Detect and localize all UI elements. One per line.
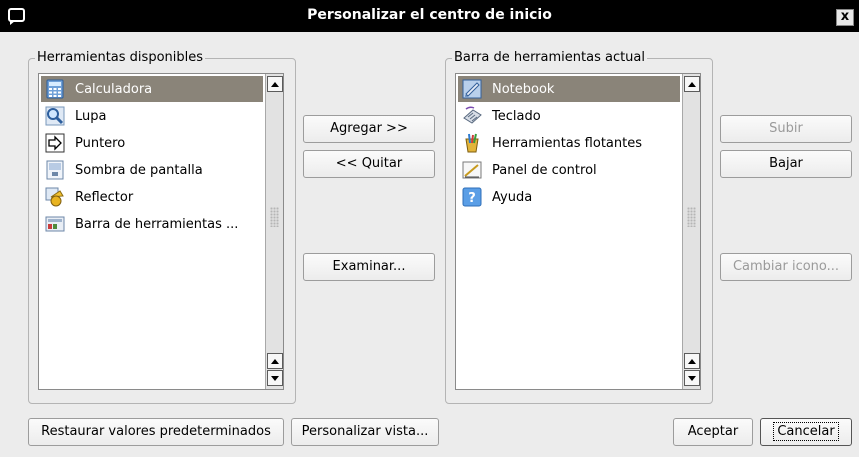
accept-button[interactable]: Aceptar xyxy=(673,418,753,446)
title-bar: Personalizar el centro de inicio x xyxy=(0,0,859,32)
list-item[interactable]: Panel de control xyxy=(458,157,680,183)
list-item[interactable]: Teclado xyxy=(458,103,680,129)
restore-defaults-button[interactable]: Restaurar valores predeterminados xyxy=(28,418,284,446)
available-list-scrollbar[interactable] xyxy=(265,74,283,389)
change-icon-button[interactable]: Cambiar icono... xyxy=(720,253,852,281)
list-item-label: Reflector xyxy=(75,189,134,205)
list-item-label: Notebook xyxy=(492,81,555,97)
list-item-label: Calculadora xyxy=(75,81,153,97)
list-item[interactable]: Lupa xyxy=(41,103,263,129)
list-item-label: Puntero xyxy=(75,135,126,151)
keyboard-icon xyxy=(461,105,483,127)
list-item[interactable]: Barra de herramientas ... xyxy=(41,211,263,237)
scroll-up-button[interactable] xyxy=(684,76,700,92)
scrollbar-grip[interactable] xyxy=(270,207,279,227)
pointer-icon xyxy=(44,132,66,154)
available-tools-legend: Herramientas disponibles xyxy=(35,50,206,66)
arrow-down-icon xyxy=(688,376,696,381)
customize-view-button[interactable]: Personalizar vista... xyxy=(291,418,439,446)
remove-button[interactable]: << Quitar xyxy=(303,150,435,178)
list-item[interactable]: Calculadora xyxy=(41,76,263,102)
scroll-down-button[interactable] xyxy=(684,370,700,386)
arrow-down-icon xyxy=(271,376,279,381)
scroll-down-button[interactable] xyxy=(267,370,283,386)
list-item[interactable]: Reflector xyxy=(41,184,263,210)
control-panel-icon xyxy=(461,159,483,181)
list-item-label: Herramientas flotantes xyxy=(492,135,642,151)
list-item-label: Teclado xyxy=(492,108,541,124)
window-title: Personalizar el centro de inicio xyxy=(307,7,552,23)
list-item-label: Lupa xyxy=(75,108,107,124)
cancel-button-label: Cancelar xyxy=(773,422,839,441)
add-button[interactable]: Agregar >> xyxy=(303,115,435,143)
list-item[interactable]: Notebook xyxy=(458,76,680,102)
move-up-button[interactable]: Subir xyxy=(720,115,852,143)
arrow-up-icon xyxy=(271,359,279,364)
current-toolbar-legend: Barra de herramientas actual xyxy=(452,50,648,66)
scrollbar-grip[interactable] xyxy=(687,207,696,227)
screen-shade-icon xyxy=(44,159,66,181)
list-item-label: Barra de herramientas ... xyxy=(75,216,239,232)
calculator-icon xyxy=(44,78,66,100)
scroll-up-button[interactable] xyxy=(267,353,283,369)
list-item[interactable]: ? Ayuda xyxy=(458,184,680,210)
list-item[interactable]: Sombra de pantalla xyxy=(41,157,263,183)
list-item-label: Panel de control xyxy=(492,162,597,178)
notebook-icon xyxy=(461,78,483,100)
arrow-up-icon xyxy=(688,82,696,87)
list-item[interactable]: Herramientas flotantes xyxy=(458,130,680,156)
browse-button[interactable]: Examinar... xyxy=(303,253,435,281)
spotlight-icon xyxy=(44,186,66,208)
list-item[interactable]: Puntero xyxy=(41,130,263,156)
arrow-up-icon xyxy=(271,82,279,87)
floating-tools-icon xyxy=(461,132,483,154)
cancel-button[interactable]: Cancelar xyxy=(760,418,852,446)
scroll-up-button[interactable] xyxy=(267,76,283,92)
help-icon: ? xyxy=(461,186,483,208)
list-item-label: Sombra de pantalla xyxy=(75,162,203,178)
svg-text:?: ? xyxy=(468,191,476,206)
magnifier-icon xyxy=(44,105,66,127)
current-toolbar-list[interactable]: Notebook Teclado Herramientas flotantes … xyxy=(455,73,701,390)
current-list-scrollbar[interactable] xyxy=(682,74,700,389)
arrow-up-icon xyxy=(688,359,696,364)
close-button[interactable]: x xyxy=(836,9,854,26)
list-item-label: Ayuda xyxy=(492,189,533,205)
scroll-up-button[interactable] xyxy=(684,353,700,369)
available-tools-list[interactable]: Calculadora Lupa Puntero Sombra de panta… xyxy=(38,73,284,390)
toolbar-icon xyxy=(44,213,66,235)
move-down-button[interactable]: Bajar xyxy=(720,150,852,178)
